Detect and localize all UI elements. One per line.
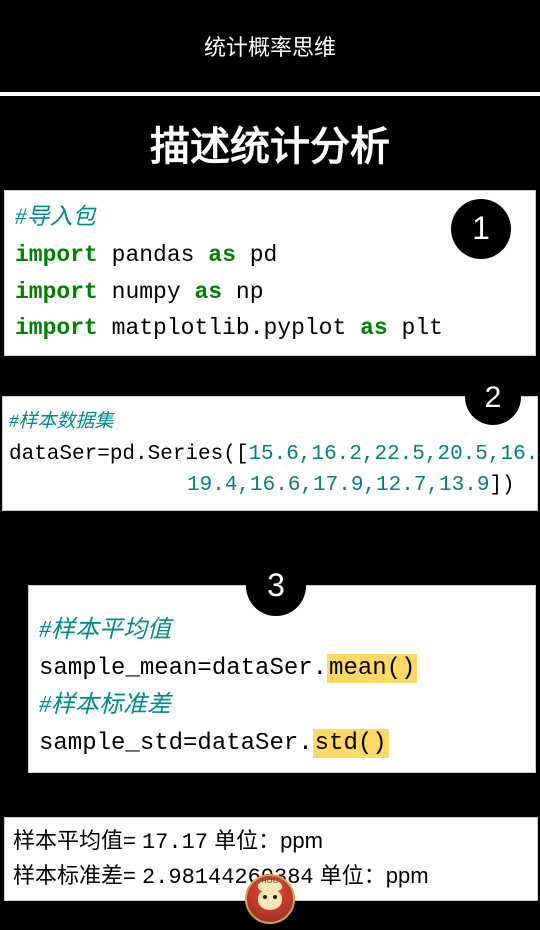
comment-std: #样本标准差 [39,692,171,718]
code-block-imports: 1 #导入包 import pandas as pd import numpy … [4,190,536,356]
module-pandas: pandas [112,242,195,268]
step-badge-3: 3 [246,556,306,616]
series-values-2: 19.4,16.6,17.9,12.7,13.9 [187,474,489,497]
mean-unit: 单位：ppm [214,828,323,853]
std-prefix: sample_std=dataSer. [39,730,313,757]
avatar-icon [245,874,295,924]
alias-pd: pd [250,242,278,268]
std-call: std() [313,729,389,758]
std-label: 样本标准差= [13,863,136,888]
series-prefix: dataSer=pd.Series([ [9,443,248,466]
series-values-1: 15.6,16.2,22.5,20.5,16.4, [248,443,540,466]
badge-1-text: 1 [472,203,490,254]
module-numpy: numpy [112,279,181,305]
kw-as: as [360,315,388,341]
comment-imports: #导入包 [15,204,96,229]
badge-2-text: 2 [485,375,502,420]
comment-dataset: #样本数据集 [9,411,114,432]
mean-call: mean() [327,654,417,683]
badge-3-text: 3 [267,561,285,611]
kw-as: as [208,242,236,268]
comment-mean: #样本平均值 [39,617,171,643]
mean-value: 17.17 [142,830,208,855]
alias-np: np [236,279,264,305]
kw-import: import [15,315,98,341]
code-block-stats: 3 #样本平均值 sample_mean=dataSer.mean() #样本标… [28,585,536,774]
mean-prefix: sample_mean=dataSer. [39,655,327,682]
step-badge-1: 1 [451,199,511,259]
kw-import: import [15,279,98,305]
kw-as: as [194,279,222,305]
page-title: 描述统计分析 [0,96,540,190]
std-unit: 单位：ppm [320,863,429,888]
code-block-dataset: 2 #样本数据集 dataSer=pd.Series([15.6,16.2,22… [2,396,538,511]
mean-label: 样本平均值= [13,828,136,853]
title-text: 描述统计分析 [150,114,390,172]
subtitle-text: 统计概率思维 [204,30,336,62]
step-badge-2: 2 [465,369,521,425]
kw-import: import [15,242,98,268]
module-matplotlib: matplotlib.pyplot [112,315,347,341]
page-subtitle: 统计概率思维 [0,0,540,96]
series-suffix: ]) [489,474,514,497]
alias-plt: plt [402,315,443,341]
